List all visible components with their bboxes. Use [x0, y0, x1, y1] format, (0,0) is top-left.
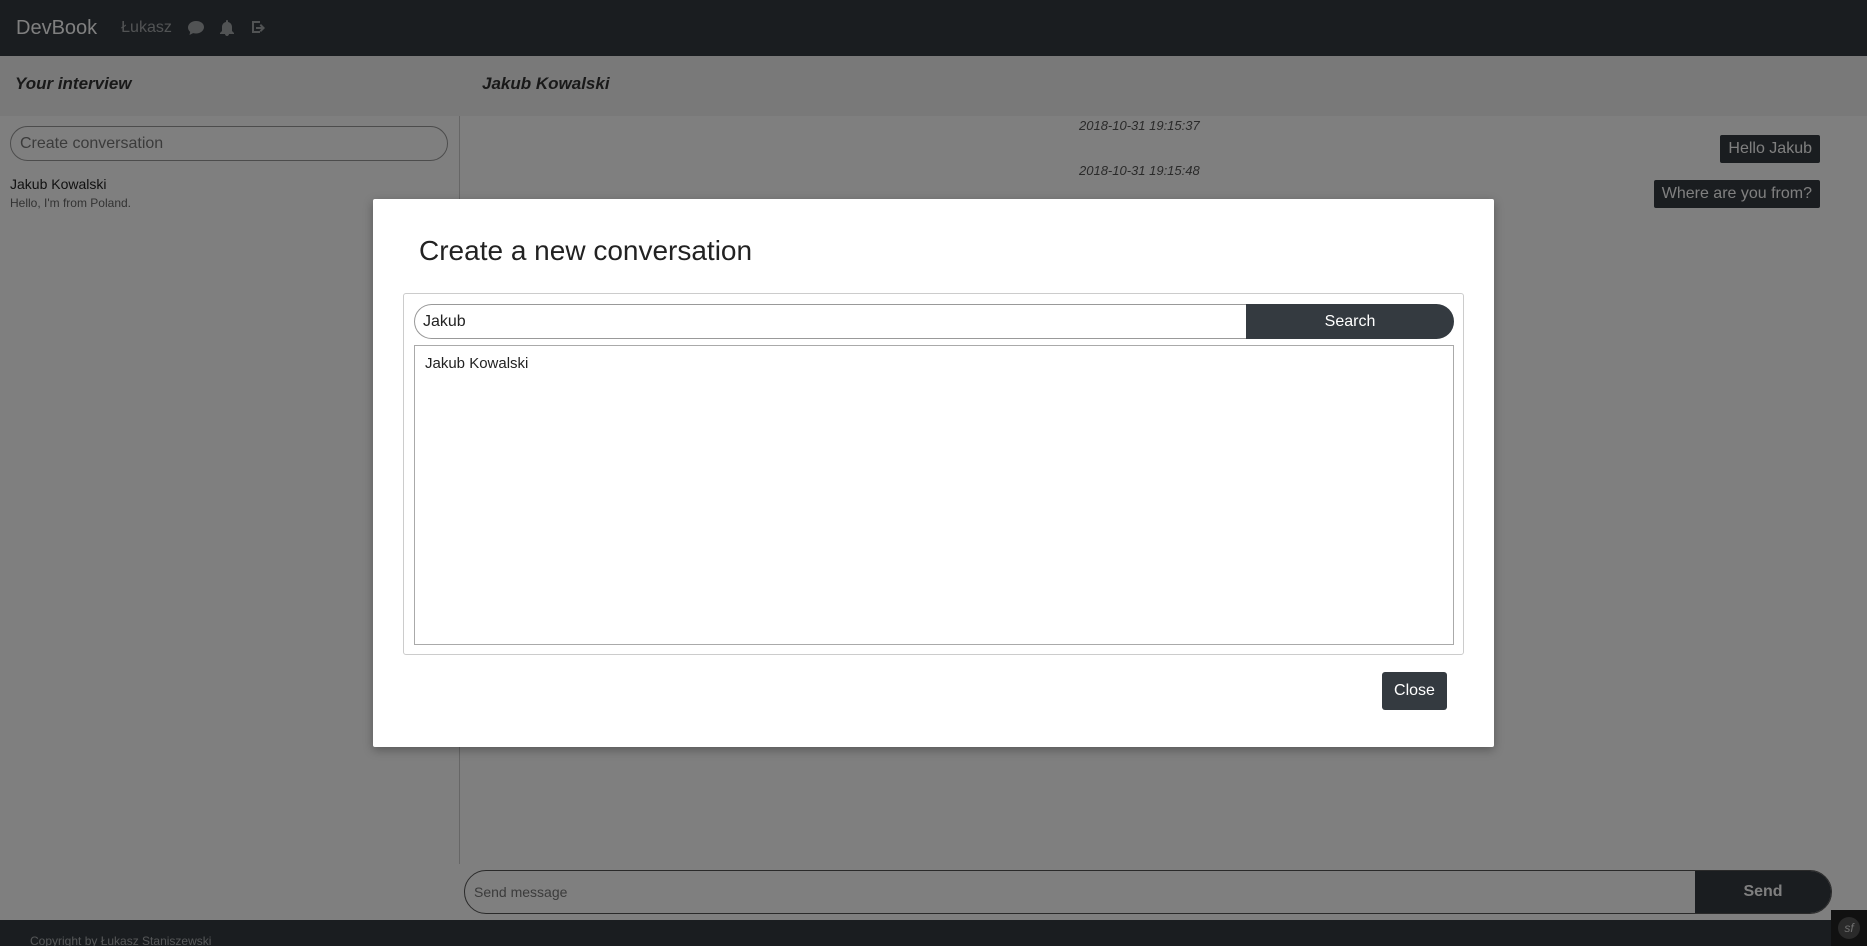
close-button[interactable]: Close — [1382, 672, 1447, 710]
search-button[interactable]: Search — [1246, 304, 1454, 339]
search-panel: Search Jakub Kowalski — [403, 293, 1464, 655]
modal-title: Create a new conversation — [419, 235, 753, 266]
search-result-item[interactable]: Jakub Kowalski — [425, 355, 528, 372]
user-search-input[interactable] — [414, 304, 1246, 339]
create-conversation-modal: Create a new conversation Search Jakub K… — [373, 199, 1494, 747]
search-results-list: Jakub Kowalski — [414, 345, 1454, 645]
